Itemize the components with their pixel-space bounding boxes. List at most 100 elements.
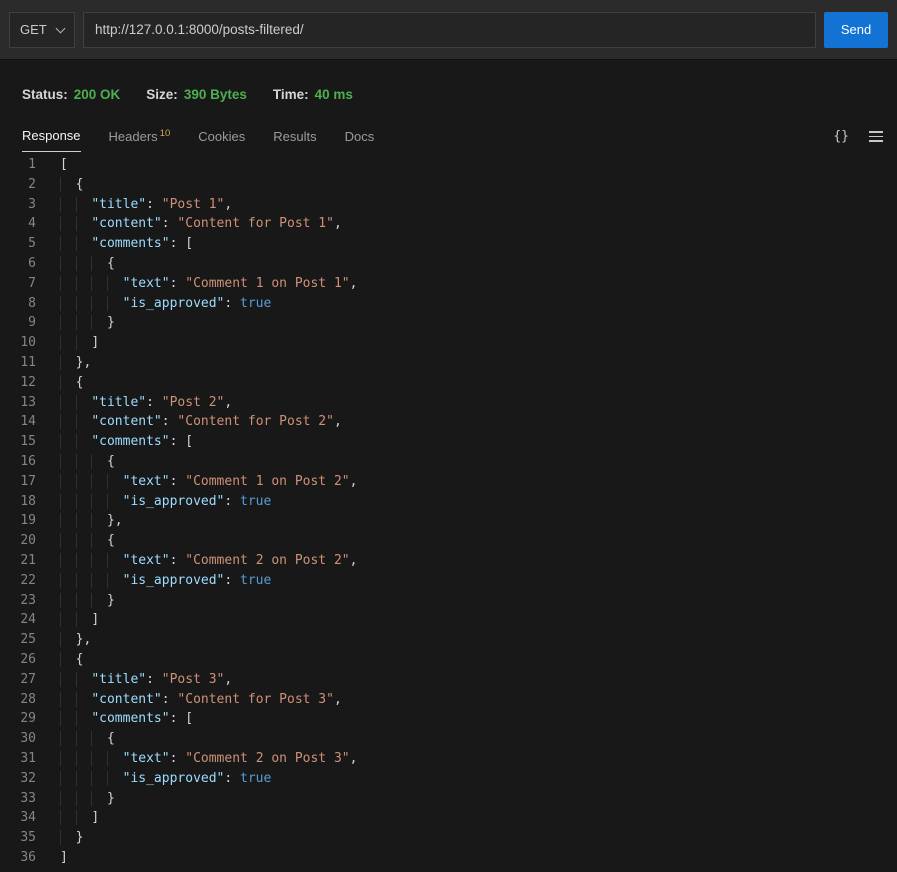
request-bar: GET Send: [0, 0, 897, 60]
code-line: 22 "is_approved": true: [0, 571, 897, 591]
time-item: Time: 40 ms: [273, 87, 353, 102]
code-line: 11 },: [0, 353, 897, 373]
code-line: 21 "text": "Comment 2 on Post 2",: [0, 551, 897, 571]
status-label: Status:: [22, 87, 68, 102]
tab-label: Results: [273, 129, 316, 144]
method-select[interactable]: GET: [9, 12, 75, 48]
code-line: 12 {: [0, 373, 897, 393]
line-number: 35: [0, 828, 36, 848]
line-number: 9: [0, 313, 36, 333]
status-item: Status: 200 OK: [22, 87, 120, 102]
code-line: 6 {: [0, 254, 897, 274]
code-line: 18 "is_approved": true: [0, 492, 897, 512]
code-line: 16 {: [0, 452, 897, 472]
line-content: {: [36, 729, 115, 749]
line-number: 13: [0, 393, 36, 413]
code-line: 15 "comments": [: [0, 432, 897, 452]
line-number: 32: [0, 769, 36, 789]
line-content: [: [36, 155, 68, 175]
line-content: "is_approved": true: [36, 294, 271, 314]
line-content: ]: [36, 848, 68, 868]
code-line: 14 "content": "Content for Post 2",: [0, 412, 897, 432]
panel-actions: {}: [833, 129, 883, 152]
code-line: 17 "text": "Comment 1 on Post 2",: [0, 472, 897, 492]
line-number: 24: [0, 610, 36, 630]
code-line: 4 "content": "Content for Post 1",: [0, 214, 897, 234]
tab-label: Cookies: [198, 129, 245, 144]
line-content: "content": "Content for Post 3",: [36, 690, 342, 710]
url-input[interactable]: [83, 12, 816, 48]
code-line: 25 },: [0, 630, 897, 650]
line-content: "comments": [: [36, 432, 193, 452]
line-number: 7: [0, 274, 36, 294]
line-number: 36: [0, 848, 36, 868]
line-number: 31: [0, 749, 36, 769]
tab-headers[interactable]: Headers10: [109, 129, 171, 152]
time-value: 40 ms: [315, 87, 353, 102]
code-line: 13 "title": "Post 2",: [0, 393, 897, 413]
line-content: "title": "Post 3",: [36, 670, 232, 690]
line-content: },: [36, 511, 123, 531]
line-number: 21: [0, 551, 36, 571]
line-content: ]: [36, 333, 99, 353]
code-line: 24 ]: [0, 610, 897, 630]
line-number: 11: [0, 353, 36, 373]
code-line: 8 "is_approved": true: [0, 294, 897, 314]
line-number: 4: [0, 214, 36, 234]
code-line: 32 "is_approved": true: [0, 769, 897, 789]
line-number: 28: [0, 690, 36, 710]
line-content: "text": "Comment 1 on Post 2",: [36, 472, 357, 492]
line-number: 5: [0, 234, 36, 254]
line-number: 27: [0, 670, 36, 690]
menu-lines-icon[interactable]: [869, 131, 883, 142]
line-content: }: [36, 591, 115, 611]
code-line: 33 }: [0, 789, 897, 809]
line-content: "title": "Post 2",: [36, 393, 232, 413]
code-line: 29 "comments": [: [0, 709, 897, 729]
size-value: 390 Bytes: [184, 87, 247, 102]
line-number: 3: [0, 195, 36, 215]
line-content: {: [36, 373, 83, 393]
line-content: "text": "Comment 2 on Post 2",: [36, 551, 357, 571]
send-button[interactable]: Send: [824, 12, 888, 48]
line-number: 17: [0, 472, 36, 492]
tab-response[interactable]: Response: [22, 128, 81, 152]
size-item: Size: 390 Bytes: [146, 87, 247, 102]
line-content: {: [36, 254, 115, 274]
line-content: }: [36, 828, 83, 848]
code-line: 19 },: [0, 511, 897, 531]
line-number: 15: [0, 432, 36, 452]
tab-results[interactable]: Results: [273, 129, 316, 152]
line-content: }: [36, 789, 115, 809]
line-content: "is_approved": true: [36, 492, 271, 512]
code-line: 28 "content": "Content for Post 3",: [0, 690, 897, 710]
line-content: {: [36, 452, 115, 472]
line-number: 16: [0, 452, 36, 472]
line-number: 25: [0, 630, 36, 650]
code-line: 1[: [0, 155, 897, 175]
line-number: 20: [0, 531, 36, 551]
line-content: "text": "Comment 2 on Post 3",: [36, 749, 357, 769]
code-line: 5 "comments": [: [0, 234, 897, 254]
code-line: 2 {: [0, 175, 897, 195]
code-line: 27 "title": "Post 3",: [0, 670, 897, 690]
code-line: 26 {: [0, 650, 897, 670]
line-content: "content": "Content for Post 1",: [36, 214, 342, 234]
code-line: 7 "text": "Comment 1 on Post 1",: [0, 274, 897, 294]
line-number: 12: [0, 373, 36, 393]
code-line: 35 }: [0, 828, 897, 848]
line-number: 29: [0, 709, 36, 729]
tab-label: Response: [22, 128, 81, 143]
response-body[interactable]: 1[2 {3 "title": "Post 1",4 "content": "C…: [0, 155, 897, 868]
line-content: "content": "Content for Post 2",: [36, 412, 342, 432]
line-number: 33: [0, 789, 36, 809]
time-label: Time:: [273, 87, 309, 102]
tab-cookies[interactable]: Cookies: [198, 129, 245, 152]
line-content: "text": "Comment 1 on Post 1",: [36, 274, 357, 294]
line-number: 10: [0, 333, 36, 353]
tab-docs[interactable]: Docs: [345, 129, 375, 152]
line-number: 23: [0, 591, 36, 611]
format-braces-icon[interactable]: {}: [833, 129, 849, 144]
code-line: 3 "title": "Post 1",: [0, 195, 897, 215]
line-number: 34: [0, 808, 36, 828]
